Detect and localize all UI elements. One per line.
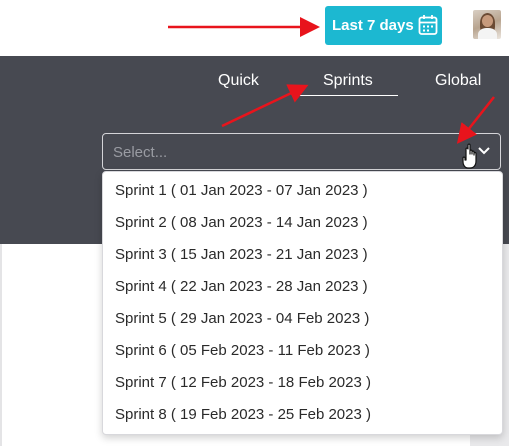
calendar-icon (418, 15, 438, 35)
sprint-option[interactable]: Sprint 7 ( 12 Feb 2023 - 18 Feb 2023 ) (115, 374, 371, 391)
sprint-select[interactable]: Select... (102, 133, 501, 170)
tab-quick[interactable]: Quick (218, 72, 259, 90)
avatar-face (482, 15, 493, 27)
hand-pointer-cursor-icon (462, 143, 477, 169)
date-range-button[interactable]: Last 7 days (325, 6, 442, 45)
user-avatar[interactable] (473, 10, 501, 39)
sprint-option[interactable]: Sprint 5 ( 29 Jan 2023 - 04 Feb 2023 ) (115, 310, 369, 327)
content-divider (0, 244, 2, 446)
avatar-body (478, 28, 497, 39)
sprint-option[interactable]: Sprint 1 ( 01 Jan 2023 - 07 Jan 2023 ) (115, 182, 368, 199)
active-tab-indicator (297, 95, 398, 96)
sprint-option[interactable]: Sprint 3 ( 15 Jan 2023 - 21 Jan 2023 ) (115, 246, 368, 263)
tab-sprints[interactable]: Sprints (323, 72, 373, 90)
sprint-option[interactable]: Sprint 2 ( 08 Jan 2023 - 14 Jan 2023 ) (115, 214, 368, 231)
sprint-option[interactable]: Sprint 8 ( 19 Feb 2023 - 25 Feb 2023 ) (115, 406, 371, 423)
sprint-dropdown-menu: Sprint 1 ( 01 Jan 2023 - 07 Jan 2023 ) S… (102, 171, 503, 435)
date-range-label: Last 7 days (332, 17, 414, 34)
top-bar: Last 7 days (0, 0, 509, 56)
sprint-option[interactable]: Sprint 6 ( 05 Feb 2023 - 11 Feb 2023 ) (115, 342, 370, 359)
sprint-select-placeholder: Select... (113, 144, 168, 161)
sprint-option[interactable]: Sprint 4 ( 22 Jan 2023 - 28 Jan 2023 ) (115, 278, 368, 295)
tab-global[interactable]: Global (435, 72, 481, 90)
